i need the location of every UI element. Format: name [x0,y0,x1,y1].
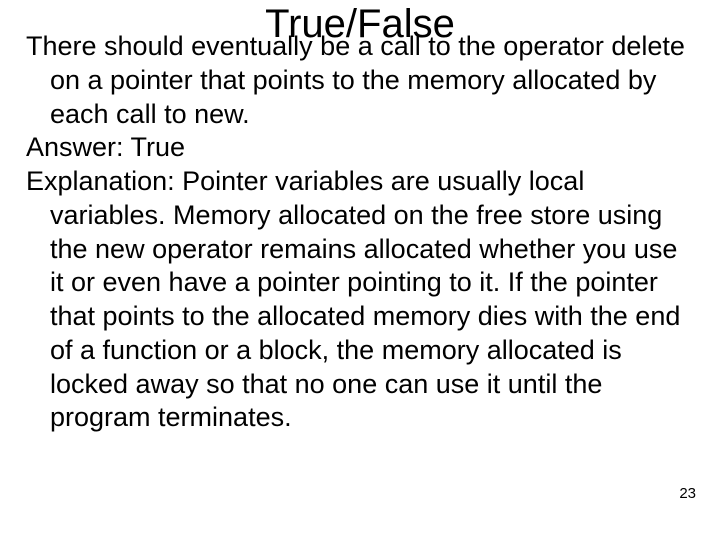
slide-body: There should eventually be a call to the… [26,30,694,435]
answer-line: Answer: True [26,131,694,165]
explanation-text: Pointer variables are usually local vari… [50,166,680,432]
slide: True/False There should eventually be a … [0,0,720,540]
answer-label: Answer: [26,132,131,162]
explanation-label: Explanation: [26,166,182,196]
answer-value: True [131,132,186,162]
explanation-line: Explanation: Pointer variables are usual… [26,165,694,435]
question-text: There should eventually be a call to the… [26,30,694,131]
page-number: 23 [679,485,696,502]
